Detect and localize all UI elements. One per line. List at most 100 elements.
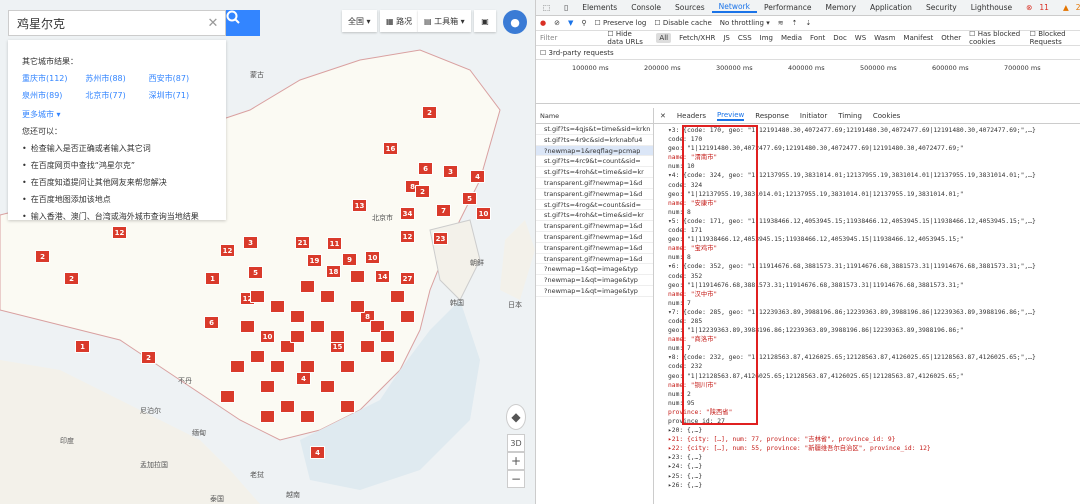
marker-pin[interactable]: 3 — [443, 165, 458, 178]
tip-item[interactable]: 在百度网页中查找“鸿星尔克” — [22, 160, 212, 171]
marker-pin[interactable] — [290, 310, 305, 323]
compass-icon[interactable]: ◆ — [506, 404, 526, 430]
marker-pin[interactable]: 6 — [418, 162, 433, 175]
inspect-icon[interactable]: ⬚ — [536, 3, 557, 12]
error-count[interactable]: ⊗ 11 — [1019, 3, 1063, 12]
marker-pin[interactable]: 10 — [476, 207, 491, 220]
record-icon[interactable]: ● — [540, 19, 546, 27]
type-img[interactable]: Img — [760, 34, 773, 42]
marker-pin[interactable]: 4 — [310, 446, 325, 459]
marker-pin[interactable]: 7 — [436, 204, 451, 217]
city-link[interactable]: 北京市(77) — [85, 90, 148, 101]
marker-pin[interactable]: 10 — [365, 251, 380, 264]
marker-pin[interactable]: 14 — [375, 270, 390, 283]
preserve-log-checkbox[interactable]: ☐ Preserve log — [595, 19, 647, 27]
city-link[interactable]: 深圳市(71) — [149, 90, 212, 101]
blocked-requests-checkbox[interactable]: ☐ Blocked Requests — [1030, 30, 1076, 46]
user-avatar-icon[interactable]: ● — [503, 10, 527, 34]
json-line[interactable]: ▸20: {,…} — [668, 426, 1080, 435]
tab-network[interactable]: Network — [711, 2, 757, 13]
marker-pin[interactable]: 12 — [220, 244, 235, 257]
marker-pin[interactable] — [380, 330, 395, 343]
request-row[interactable]: st.gif?ts=4roh&t=time&sid=kr — [536, 210, 653, 222]
warning-count[interactable]: ▲ 2 — [1063, 3, 1080, 12]
type-media[interactable]: Media — [781, 34, 802, 42]
marker-pin[interactable] — [260, 380, 275, 393]
name-column-header[interactable]: Name — [536, 108, 653, 124]
tab-initiator[interactable]: Initiator — [800, 112, 827, 120]
marker-pin[interactable] — [390, 290, 405, 303]
marker-pin[interactable] — [340, 400, 355, 413]
tab-timing[interactable]: Timing — [838, 112, 862, 120]
marker-pin[interactable] — [250, 290, 265, 303]
marker-pin[interactable] — [350, 270, 365, 283]
request-row[interactable]: ?newmap=1&qt=image&typ — [536, 264, 653, 276]
tab-sources[interactable]: Sources — [668, 3, 712, 12]
marker-pin[interactable] — [310, 320, 325, 333]
request-row[interactable]: transparent.gif?newmap=1&d — [536, 243, 653, 254]
more-cities-link[interactable]: 更多城市 ▾ — [22, 109, 212, 120]
request-row[interactable]: transparent.gif?newmap=1&d — [536, 232, 653, 243]
marker-pin[interactable] — [250, 350, 265, 363]
marker-pin[interactable] — [240, 320, 255, 333]
marker-pin[interactable]: 21 — [295, 236, 310, 249]
city-link[interactable]: 泉州市(89) — [22, 90, 85, 101]
tab-memory[interactable]: Memory — [819, 3, 864, 12]
request-row[interactable]: transparent.gif?newmap=1&d — [536, 189, 653, 200]
marker-pin[interactable] — [340, 360, 355, 373]
request-row[interactable]: transparent.gif?newmap=1&d — [536, 178, 653, 189]
marker-pin[interactable] — [290, 330, 305, 343]
wifi-icon[interactable]: ≋ — [778, 19, 784, 27]
marker-pin[interactable]: 27 — [400, 272, 415, 285]
type-doc[interactable]: Doc — [833, 34, 847, 42]
tab-console[interactable]: Console — [624, 3, 668, 12]
marker-pin[interactable]: 34 — [400, 207, 415, 220]
search-button[interactable] — [226, 10, 260, 36]
city-link[interactable]: 重庆市(112) — [22, 73, 85, 84]
marker-pin[interactable]: 2 — [422, 106, 437, 119]
marker-pin[interactable] — [270, 360, 285, 373]
blocked-cookies-checkbox[interactable]: ☐ Has blocked cookies — [969, 30, 1022, 46]
request-row[interactable]: st.gif?ts=4roh&t=time&sid=kr — [536, 167, 653, 178]
upload-icon[interactable]: ⇡ — [792, 19, 798, 27]
marker-pin[interactable]: 13 — [352, 199, 367, 212]
map-view[interactable]: 鸡星尔克 ✕ 其它城市结果： 重庆市(112) 苏州市(88) 西安市(87) … — [0, 0, 535, 504]
filter-input[interactable]: Filter — [540, 34, 599, 42]
throttle-select[interactable]: No throttling ▾ — [720, 19, 770, 27]
request-row[interactable]: ?newmap=1&reqflag=pcmap — [536, 145, 653, 157]
type-all[interactable]: All — [656, 33, 672, 43]
timeline-overview[interactable]: 100000 ms 200000 ms 300000 ms 400000 ms … — [536, 60, 1080, 104]
tab-headers[interactable]: Headers — [677, 112, 706, 120]
marker-pin[interactable]: 3 — [243, 236, 258, 249]
marker-pin[interactable]: 2 — [35, 250, 50, 263]
tip-item[interactable]: 在百度地图添加该地点 — [22, 194, 212, 205]
disable-cache-checkbox[interactable]: ☐ Disable cache — [654, 19, 711, 27]
marker-pin[interactable]: 12 — [112, 226, 127, 239]
json-line[interactable]: ▸22: {city: […], num: 55, province: "新疆维… — [668, 444, 1080, 453]
type-font[interactable]: Font — [810, 34, 825, 42]
marker-pin[interactable]: 5 — [462, 192, 477, 205]
tab-preview[interactable]: Preview — [717, 111, 745, 121]
marker-pin[interactable]: 23 — [433, 232, 448, 245]
tab-cookies[interactable]: Cookies — [873, 112, 900, 120]
tab-elements[interactable]: Elements — [575, 3, 624, 12]
type-css[interactable]: CSS — [738, 34, 752, 42]
marker-pin[interactable]: 1 — [75, 340, 90, 353]
region-button[interactable]: 全国 ▾ — [342, 10, 377, 32]
marker-pin[interactable]: 19 — [307, 254, 322, 267]
marker-pin[interactable] — [280, 400, 295, 413]
marker-pin[interactable]: 2 — [415, 185, 430, 198]
marker-pin[interactable] — [300, 410, 315, 423]
marker-pin[interactable] — [220, 390, 235, 403]
download-icon[interactable]: ⇣ — [805, 19, 811, 27]
tab-response[interactable]: Response — [755, 112, 789, 120]
marker-pin[interactable] — [300, 360, 315, 373]
type-manifest[interactable]: Manifest — [903, 34, 933, 42]
marker-pin[interactable]: 4 — [470, 170, 485, 183]
marker-pin[interactable] — [380, 350, 395, 363]
toolbox-button[interactable]: ▤ 工具箱 ▾ — [418, 10, 471, 32]
tab-lighthouse[interactable]: Lighthouse — [964, 3, 1019, 12]
marker-pin[interactable] — [270, 300, 285, 313]
marker-pin[interactable] — [320, 380, 335, 393]
json-line[interactable]: ▸23: {,…} — [668, 453, 1080, 462]
